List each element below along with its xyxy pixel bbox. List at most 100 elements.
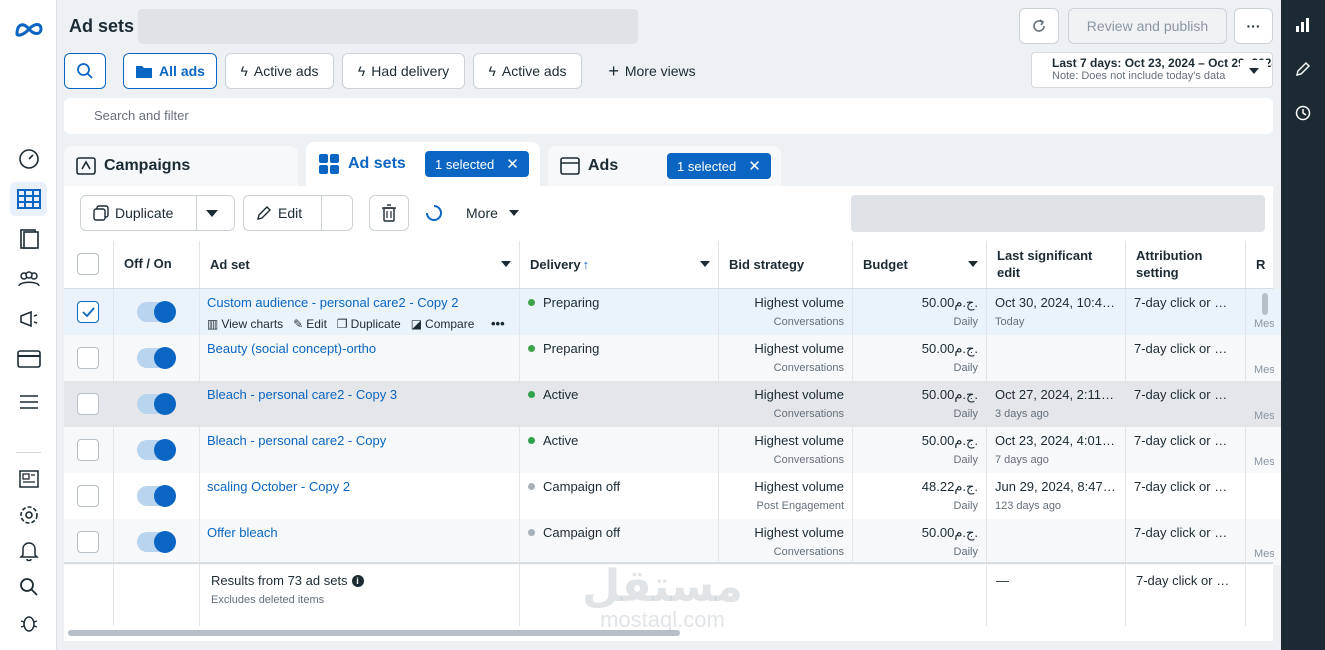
sort-ascending-arrow-icon[interactable]: ↑ [583, 257, 590, 272]
budget-value[interactable]: 50.00ج.م. [922, 387, 978, 403]
ad-set-name-link[interactable]: Custom audience - personal care2 - Copy … [207, 295, 458, 310]
delivery-status-label: Active [543, 387, 579, 402]
news-icon[interactable] [10, 462, 47, 496]
ad-set-on-off-toggle[interactable] [137, 439, 176, 461]
tab-campaigns[interactable]: Campaigns [64, 146, 298, 186]
column-header-attribution[interactable]: Attribution setting [1125, 241, 1245, 289]
row-select-checkbox[interactable] [77, 485, 99, 507]
table-row[interactable]: scaling October - Copy 2 Campaign off Hi… [64, 473, 1281, 519]
budget-value[interactable]: 50.00ج.م. [922, 433, 978, 449]
search-icon[interactable] [10, 570, 47, 604]
vertical-scrollbar-thumb[interactable] [1262, 293, 1268, 315]
edit-pencil-icon[interactable] [1292, 58, 1314, 80]
table-row[interactable]: Custom audience - personal care2 - Copy … [64, 289, 1281, 335]
delete-button[interactable] [369, 195, 409, 231]
view-had-delivery-button[interactable]: ϟ Had delivery [342, 53, 465, 89]
last-edit-value: Oct 23, 2024, 4:01… [995, 433, 1115, 448]
column-header-bid-strategy[interactable]: Bid strategy [718, 241, 852, 289]
ad-set-on-off-toggle[interactable] [137, 347, 176, 369]
table-row[interactable]: Offer bleach Campaign off Highest volume… [64, 519, 1281, 565]
row-select-checkbox[interactable] [77, 439, 99, 461]
refresh-button[interactable] [1019, 8, 1059, 44]
ad-set-on-off-toggle[interactable] [137, 531, 176, 553]
notifications-bell-icon[interactable] [10, 534, 47, 568]
more-options-button[interactable]: ··· [1234, 8, 1273, 44]
column-divider [113, 289, 114, 626]
ads-manager-table-icon[interactable] [10, 182, 47, 216]
attribution-value: 7-day click or … [1134, 525, 1228, 540]
budget-type: Daily [953, 362, 978, 374]
delivery-status-label: Preparing [543, 295, 600, 310]
bug-report-icon[interactable] [10, 606, 47, 640]
ad-set-name-link[interactable]: Bleach - personal care2 - Copy [207, 433, 386, 448]
attribution-value: 7-day click or … [1134, 387, 1228, 402]
search-toggle-button[interactable] [64, 53, 106, 89]
ad-set-name-link[interactable]: Offer bleach [207, 525, 278, 540]
date-range-picker[interactable]: Last 7 days: Oct 23, 2024 – Oct 29, 2024… [1031, 52, 1273, 88]
ads-selected-chip[interactable]: 1 selected ✕ [667, 153, 771, 179]
date-range-dropdown-chevron-icon[interactable] [1240, 60, 1268, 82]
info-icon[interactable]: i [351, 574, 364, 587]
dashboard-gauge-icon[interactable] [10, 142, 47, 176]
row-select-checkbox[interactable] [77, 393, 99, 415]
search-icon [77, 63, 93, 79]
search-and-filter-input[interactable]: Search and filter [64, 98, 1273, 134]
view-active-ads-button[interactable]: ϟ Active ads [225, 53, 334, 89]
billing-card-icon[interactable] [10, 342, 47, 376]
clear-selection-close-icon[interactable]: ✕ [748, 157, 761, 175]
history-clock-icon[interactable] [1292, 102, 1314, 124]
review-and-publish-button[interactable]: Review and publish [1068, 8, 1227, 44]
loading-spinner-icon [425, 204, 443, 225]
select-all-checkbox[interactable] [77, 253, 99, 275]
more-actions-ellipsis-icon[interactable]: ••• [487, 316, 505, 331]
row-select-checkbox[interactable] [77, 531, 99, 553]
compare-action[interactable]: ◪ Compare [411, 317, 475, 331]
duplicate-dropdown-chevron-icon[interactable] [205, 207, 219, 222]
audiences-icon[interactable] [10, 262, 47, 296]
view-all-ads-button[interactable]: All ads [123, 53, 217, 89]
edit-button[interactable]: Edit [243, 195, 353, 231]
view-active-ads-2-button[interactable]: ϟ Active ads [473, 53, 582, 89]
chevron-down-icon[interactable] [968, 261, 978, 268]
ad-set-name-link[interactable]: scaling October - Copy 2 [207, 479, 350, 494]
chevron-down-icon[interactable] [700, 261, 710, 268]
meta-logo-icon[interactable] [10, 12, 47, 46]
column-header-ad-set[interactable]: Ad set [199, 241, 519, 289]
table-row[interactable]: Bleach - personal care2 - Copy Active Hi… [64, 427, 1281, 473]
menu-icon[interactable] [10, 385, 47, 419]
column-header-r[interactable]: R [1245, 241, 1273, 289]
ad-set-on-off-toggle[interactable] [137, 485, 176, 507]
budget-value[interactable]: 48.22ج.م. [922, 479, 978, 495]
settings-gear-icon[interactable] [10, 498, 47, 532]
ad-sets-selected-chip[interactable]: 1 selected ✕ [425, 151, 529, 177]
pages-icon[interactable] [10, 222, 47, 256]
view-all-ads-label: All ads [159, 63, 205, 79]
row-actions: ▥ View charts ✎ Edit ❐ Duplicate ◪ Compare [207, 317, 507, 331]
ad-set-on-off-toggle[interactable] [137, 393, 176, 415]
budget-value[interactable]: 50.00ج.م. [922, 341, 978, 357]
more-actions-button[interactable]: More [466, 205, 520, 221]
reports-bar-chart-icon[interactable] [1292, 14, 1314, 36]
budget-value[interactable]: 50.00ج.م. [922, 295, 978, 311]
view-charts-action[interactable]: ▥ View charts [207, 317, 283, 331]
ad-set-name-link[interactable]: Bleach - personal care2 - Copy 3 [207, 387, 397, 402]
row-select-checkbox[interactable] [77, 301, 99, 323]
date-range-note: Note: Does not include today's data [1052, 70, 1226, 82]
more-views-button[interactable]: + More views [592, 53, 712, 89]
budget-value[interactable]: 50.00ج.م. [922, 525, 978, 541]
column-header-last-edit[interactable]: Last significant edit [986, 241, 1125, 289]
table-row[interactable]: Bleach - personal care2 - Copy 3 Active … [64, 381, 1281, 427]
edit-action[interactable]: ✎ Edit [293, 317, 327, 331]
ad-set-name-link[interactable]: Beauty (social concept)-ortho [207, 341, 376, 356]
megaphone-icon[interactable] [10, 302, 47, 336]
bid-strategy-value: Highest volume [754, 433, 844, 448]
table-row[interactable]: Beauty (social concept)-ortho Preparing … [64, 335, 1281, 381]
row-select-checkbox[interactable] [77, 347, 99, 369]
column-header-delivery[interactable]: Delivery ↑ [519, 241, 718, 289]
clear-selection-close-icon[interactable]: ✕ [506, 155, 519, 173]
column-header-budget[interactable]: Budget [852, 241, 986, 289]
chevron-down-icon[interactable] [501, 261, 511, 268]
column-header-off-on[interactable]: Off / On [113, 241, 199, 289]
ad-set-on-off-toggle[interactable] [137, 301, 176, 323]
duplicate-action[interactable]: ❐ Duplicate [337, 317, 401, 331]
